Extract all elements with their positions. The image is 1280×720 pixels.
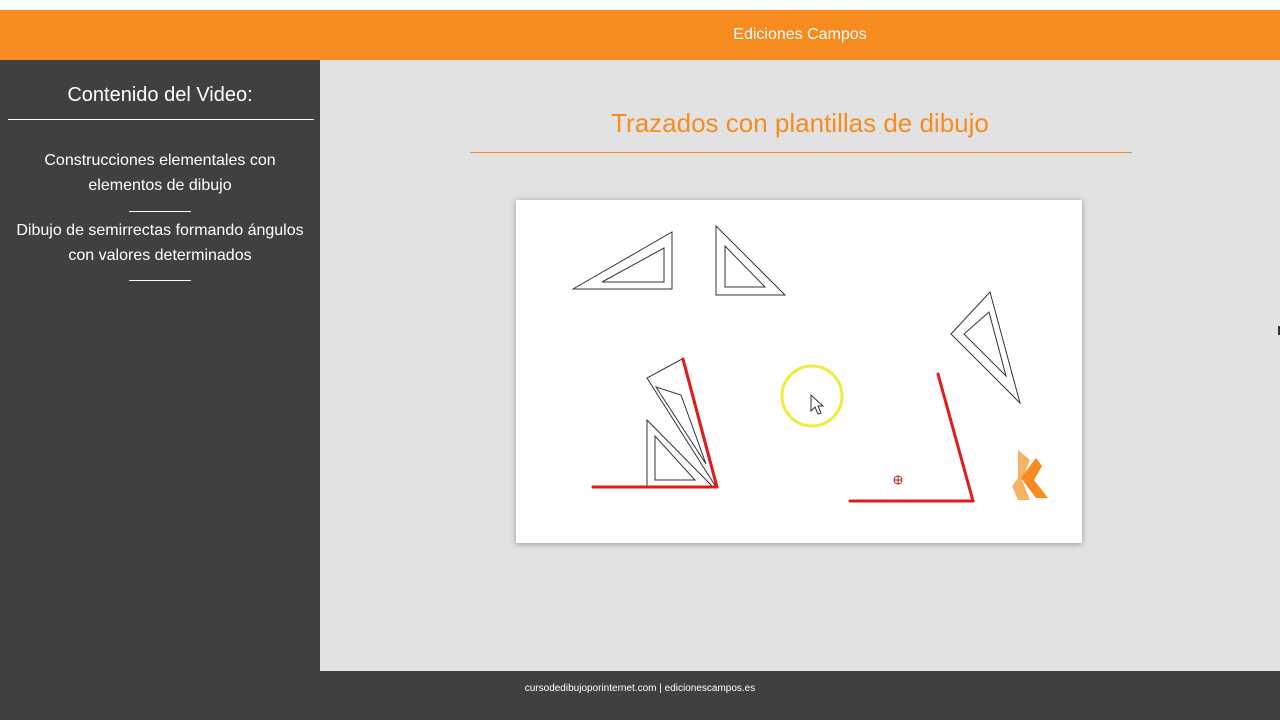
sidebar-item-semirrectas[interactable]: Dibujo de semirrectas formando ángulos c… — [0, 218, 320, 268]
drawing-canvas — [516, 200, 1082, 543]
ray-left-oblique — [681, 357, 719, 489]
sidebar-item-line: elementos de dibujo — [88, 177, 232, 194]
ray-right-oblique — [936, 372, 975, 503]
set-square-left-upper — [646, 358, 717, 488]
footer: cursodedibujoporinternet.com | ediciones… — [0, 671, 1280, 720]
title-underline — [470, 152, 1132, 153]
set-square-top-center — [715, 224, 787, 296]
set-square-top-left — [571, 231, 673, 290]
ediciones-campos-logo — [1012, 450, 1048, 500]
footer-links[interactable]: cursodedibujoporinternet.com | ediciones… — [0, 683, 1280, 694]
sidebar-heading-divider — [8, 119, 314, 120]
set-square-right — [950, 290, 1021, 405]
drawing-svg — [571, 224, 1048, 503]
sidebar-heading: Contenido del Video: — [67, 84, 253, 106]
sidebar-item-line: Dibujo de semirrectas formando ángulos — [16, 222, 304, 239]
red-rays — [591, 357, 975, 503]
main-content: Trazados con plantillas de dibujo — [320, 60, 1280, 671]
mouse-pointer-icon — [810, 393, 825, 415]
crosshair-icon — [893, 475, 903, 485]
sidebar-item-line: con valores determinados — [68, 247, 252, 264]
sidebar: Contenido del Video: Construcciones elem… — [0, 60, 320, 671]
brand-title: Ediciones Campos — [733, 26, 867, 43]
sidebar-item-divider — [129, 211, 191, 212]
set-square-group — [571, 224, 1021, 489]
page-title: Trazados con plantillas de dibujo — [611, 108, 989, 138]
sidebar-item-construcciones[interactable]: Construcciones elementales con elementos… — [0, 148, 320, 198]
sidebar-item-divider — [129, 280, 191, 281]
sidebar-item-line: Construcciones elementales con — [44, 152, 276, 169]
top-bar: Ediciones Campos — [0, 10, 1280, 60]
